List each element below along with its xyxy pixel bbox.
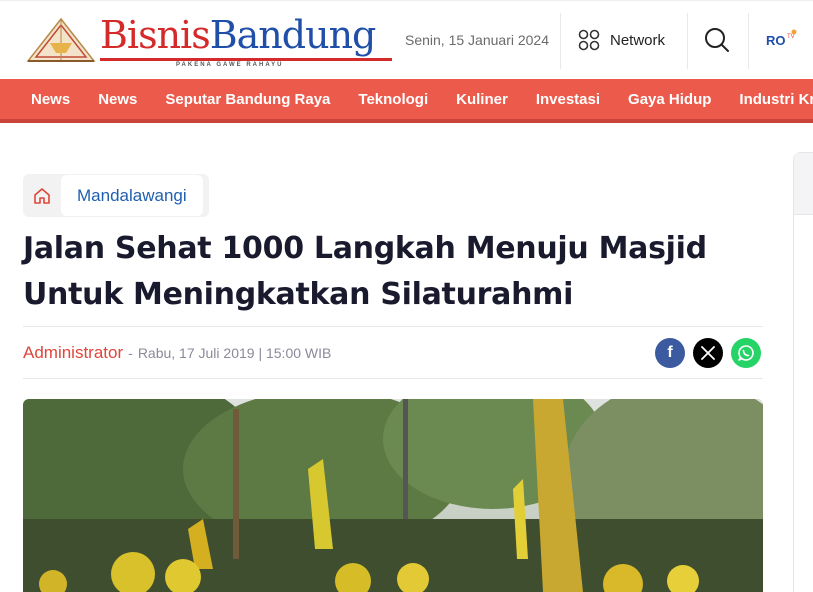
article-author[interactable]: Administrator bbox=[23, 343, 123, 363]
nav-item-industri-kreatif[interactable]: Industri Kreatif bbox=[739, 91, 813, 108]
breadcrumb: Mandalawangi bbox=[23, 174, 209, 217]
logo-word-bisnis: Bisnis bbox=[100, 13, 211, 57]
share-facebook-button[interactable]: f bbox=[655, 338, 685, 368]
search-button[interactable] bbox=[703, 26, 731, 54]
header-date: Senin, 15 Januari 2024 bbox=[405, 32, 549, 48]
nav-item-kuliner[interactable]: Kuliner bbox=[456, 91, 508, 108]
home-icon bbox=[34, 187, 50, 204]
share-whatsapp-button[interactable] bbox=[731, 338, 761, 368]
nav-item-seputar-bandung-raya[interactable]: Seputar Bandung Raya bbox=[165, 91, 330, 108]
nav-list: News News Seputar Bandung Raya Teknologi… bbox=[31, 91, 813, 108]
nav-item-gaya-hidup[interactable]: Gaya Hidup bbox=[628, 91, 711, 108]
meta-separator: - bbox=[128, 345, 133, 361]
logo-word-bandung: Bandung bbox=[209, 13, 377, 57]
hero-photo bbox=[23, 399, 763, 592]
facebook-icon: f bbox=[667, 344, 673, 361]
header-divider bbox=[748, 13, 749, 69]
divider bbox=[23, 378, 763, 379]
main-nav: News News Seputar Bandung Raya Teknologi… bbox=[0, 79, 813, 123]
share-x-button[interactable] bbox=[693, 338, 723, 368]
network-label: Network bbox=[610, 31, 666, 49]
svg-text:TV: TV bbox=[787, 34, 795, 40]
svg-text:RO: RO bbox=[766, 33, 786, 48]
nav-item-investasi[interactable]: Investasi bbox=[536, 91, 600, 108]
x-icon bbox=[701, 346, 715, 360]
network-menu-button[interactable]: Network bbox=[578, 27, 665, 53]
breadcrumb-category[interactable]: Mandalawangi bbox=[61, 175, 203, 216]
logo-roof-icon bbox=[26, 17, 96, 62]
article-date: Rabu, 17 Juli 2019 | 15:00 WIB bbox=[137, 345, 332, 361]
article-meta: Administrator - Rabu, 17 Juli 2019 | 15:… bbox=[23, 343, 331, 363]
rotv-logo[interactable]: RO TV bbox=[765, 28, 801, 50]
nav-item-teknologi[interactable]: Teknologi bbox=[358, 91, 428, 108]
nav-item-news-2[interactable]: News bbox=[98, 91, 137, 108]
logo-wordmark: BisnisBandung bbox=[100, 13, 377, 57]
article-hero-image bbox=[23, 399, 763, 592]
header-divider bbox=[560, 13, 561, 69]
header-divider bbox=[687, 13, 688, 69]
site-logo[interactable]: BisnisBandung PAKENA GAWE RAHAYU bbox=[26, 13, 396, 69]
sidebar-header bbox=[794, 153, 813, 215]
breadcrumb-home[interactable] bbox=[23, 174, 61, 217]
sidebar-panel bbox=[793, 152, 813, 592]
article-title: Jalan Sehat 1000 Langkah Menuju Masjid U… bbox=[23, 231, 707, 312]
divider bbox=[23, 326, 763, 327]
logo-underline bbox=[100, 58, 392, 61]
logo-tagline: PAKENA GAWE RAHAYU bbox=[176, 62, 284, 68]
search-icon bbox=[705, 28, 729, 52]
rotv-icon: RO TV bbox=[766, 29, 797, 48]
nav-item-news[interactable]: News bbox=[31, 91, 70, 108]
site-header: BisnisBandung PAKENA GAWE RAHAYU Senin, … bbox=[0, 0, 813, 79]
network-icon bbox=[578, 29, 600, 51]
whatsapp-icon bbox=[738, 345, 754, 361]
